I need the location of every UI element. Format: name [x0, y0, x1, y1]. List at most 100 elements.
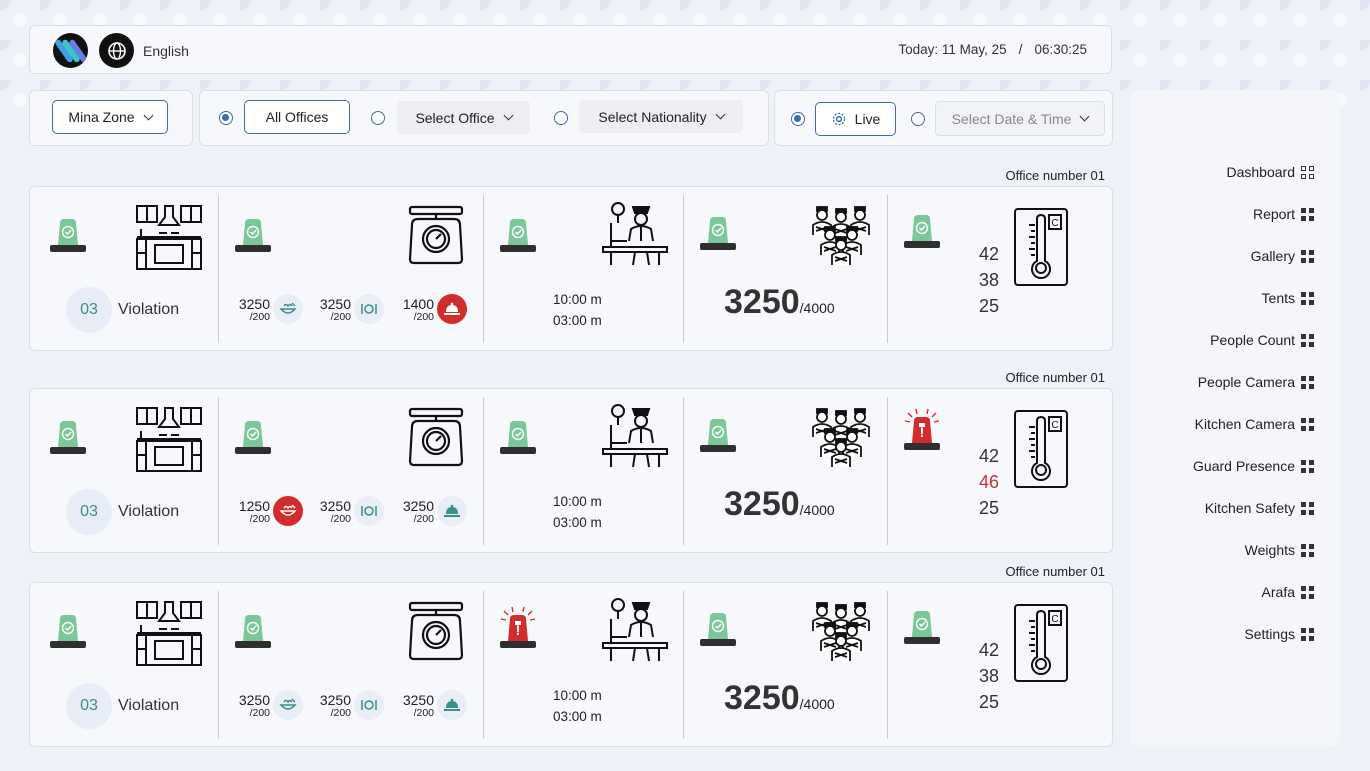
live-label: Live	[854, 111, 881, 127]
live-button[interactable]: Live	[815, 102, 896, 136]
globe-icon[interactable]	[99, 33, 134, 68]
meal-weight-limit: /200	[330, 707, 351, 719]
card-divider	[218, 397, 219, 545]
shift-end-time: 03:00 m	[553, 709, 602, 724]
violation-count[interactable]: 03	[66, 683, 112, 729]
grid-icon	[1301, 459, 1314, 473]
select-nationality-dropdown[interactable]: Select Nationality	[579, 100, 743, 133]
meal-weight-value: 3250	[319, 296, 351, 312]
kitchen-status-siren-icon	[48, 605, 88, 649]
sidebar-item-label: Report	[1252, 206, 1295, 222]
guard-at-desk-icon	[601, 399, 669, 474]
svg-text:C: C	[1051, 218, 1058, 229]
zone-dropdown-label: Mina Zone	[68, 109, 135, 125]
sidebar-item-tents[interactable]: Tents	[1262, 290, 1314, 306]
guard-status-siren-icon: !	[498, 605, 538, 649]
live-radio[interactable]	[791, 112, 805, 126]
sidebar-item-label: Dashboard	[1226, 164, 1296, 180]
food-bowl-icon[interactable]	[273, 690, 303, 720]
sidebar-item-gallery[interactable]: Gallery	[1251, 248, 1314, 264]
sidebar-item-label: Settings	[1244, 626, 1295, 642]
card-divider	[483, 397, 484, 545]
sidebar-item-people-count[interactable]: People Count	[1210, 332, 1314, 348]
meal-weight-value: 1400	[402, 296, 434, 312]
card-divider	[887, 397, 888, 545]
select-office-dropdown[interactable]: Select Office	[397, 101, 530, 134]
sidebar-item-kitchen-safety[interactable]: Kitchen Safety	[1205, 500, 1314, 516]
temperature-readings: 42 38 25	[977, 637, 1001, 715]
sidebar-item-kitchen-camera[interactable]: Kitchen Camera	[1195, 416, 1314, 432]
cloche-icon[interactable]	[437, 496, 467, 526]
meal-weight-stat: 3250/200	[398, 499, 434, 525]
meal-weight-stat: 1400/200	[398, 297, 434, 323]
shift-start-time: 10:00 m	[553, 494, 602, 509]
temperature-status-siren-icon: !	[902, 407, 942, 451]
grid-icon	[1301, 417, 1314, 431]
shift-start-time: 10:00 m	[553, 292, 602, 307]
cloche-icon[interactable]	[437, 294, 467, 324]
card-divider	[218, 195, 219, 343]
meal-weight-value: 3250	[402, 692, 434, 708]
kitchen-status-siren-icon	[48, 209, 88, 253]
people-status-siren-icon	[698, 409, 738, 453]
svg-text:C: C	[1051, 614, 1058, 625]
date-time-picker[interactable]: Select Date & Time	[935, 101, 1105, 136]
select-office-radio[interactable]	[371, 111, 385, 125]
plate-cutlery-icon[interactable]	[354, 690, 384, 720]
sidebar-item-label: Weights	[1244, 542, 1295, 558]
meal-weight-value: 3250	[238, 296, 270, 312]
plate-cutlery-icon[interactable]	[354, 496, 384, 526]
sidebar-item-dashboard[interactable]: Dashboard	[1226, 164, 1314, 180]
thermometer-icon: C	[1013, 409, 1069, 494]
current-datetime: Today: 11 May, 25 / 06:30:25	[898, 42, 1087, 57]
all-offices-button[interactable]: All Offices	[244, 100, 350, 134]
select-nationality-radio[interactable]	[554, 111, 568, 125]
grid-icon	[1301, 585, 1314, 599]
sidebar-item-people-camera[interactable]: People Camera	[1198, 374, 1314, 390]
all-offices-label: All Offices	[265, 109, 329, 125]
office-filter-box: All Offices Select Office Select Nationa…	[199, 90, 769, 146]
card-divider	[683, 591, 684, 739]
plate-cutlery-icon[interactable]	[354, 294, 384, 324]
app-logo-icon[interactable]	[53, 33, 88, 68]
svg-text:!: !	[516, 622, 521, 638]
food-bowl-icon[interactable]	[273, 294, 303, 324]
weights-status-siren-icon	[233, 209, 273, 253]
sidebar-item-report[interactable]: Report	[1253, 206, 1314, 222]
guard-shift-times: 10:00 m 03:00 m	[553, 289, 602, 331]
top-bar: English Today: 11 May, 25 / 06:30:25	[29, 25, 1112, 74]
temperature-status-siren-icon	[902, 205, 942, 249]
sidebar-item-weights[interactable]: Weights	[1245, 542, 1314, 558]
sidebar-item-label: People Camera	[1197, 374, 1295, 390]
select-nationality-label: Select Nationality	[598, 108, 707, 125]
zone-dropdown[interactable]: Mina Zone	[52, 100, 168, 134]
temperature-value: 25	[978, 498, 1000, 518]
thermometer-icon: C	[1013, 207, 1069, 292]
language-selector[interactable]: English	[143, 43, 189, 59]
office-card[interactable]: 03 Violation 3250/200 3250/200 3250/200! 10:0…	[29, 582, 1113, 747]
meal-weight-value: 3250	[319, 692, 351, 708]
meal-weight-limit: /200	[249, 513, 270, 525]
kitchen-icon	[135, 405, 203, 478]
violation-count[interactable]: 03	[66, 287, 112, 333]
kitchen-icon	[135, 203, 203, 276]
office-card[interactable]: 03 Violation 1250/200 3250/200 3250/200 10:00…	[29, 388, 1113, 553]
date-time-placeholder: Select Date & Time	[951, 110, 1072, 127]
sidebar-item-settings[interactable]: Settings	[1244, 626, 1314, 642]
sidebar-item-guard-presence[interactable]: Guard Presence	[1193, 458, 1314, 474]
all-offices-radio[interactable]	[219, 111, 233, 125]
cloche-icon[interactable]	[437, 690, 467, 720]
people-count: 3250/4000	[724, 679, 835, 718]
food-bowl-icon[interactable]	[273, 496, 303, 526]
chevron-down-icon	[715, 109, 726, 120]
guard-at-desk-icon	[601, 197, 669, 272]
violation-count[interactable]: 03	[66, 489, 112, 535]
guard-at-desk-icon	[601, 593, 669, 668]
sidebar-item-arafa[interactable]: Arafa	[1262, 584, 1314, 600]
sidebar-item-label: Kitchen Camera	[1194, 416, 1295, 432]
temperature-value: 42	[978, 244, 1000, 264]
meal-weight-limit: /200	[413, 707, 434, 719]
date-time-radio[interactable]	[911, 112, 925, 126]
chevron-down-icon	[503, 110, 514, 121]
office-card[interactable]: 03 Violation 3250/200 3250/200 1400/200 10:00…	[29, 186, 1113, 351]
